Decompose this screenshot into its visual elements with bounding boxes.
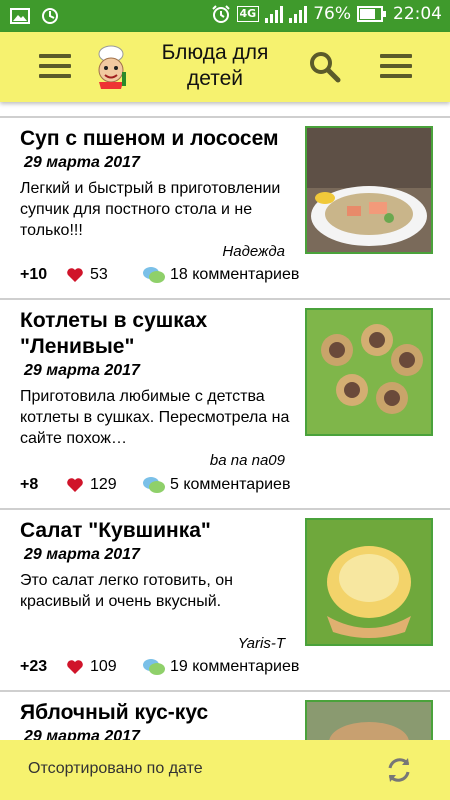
recipe-description: Приготовила любимые с детства котлеты в … (20, 388, 290, 447)
recipe-author[interactable]: Yaris-T (238, 635, 285, 652)
cutlets-image (307, 310, 431, 434)
couscous-image (307, 702, 431, 740)
recipe-score: +10 (20, 266, 48, 283)
recipe-image[interactable] (305, 700, 433, 740)
recipe-author[interactable]: ba na na09 (210, 452, 285, 469)
recipe-date: 29 марта 2017 (24, 154, 140, 171)
recipe-score: +23 (20, 658, 48, 675)
signal-strength-icon (265, 5, 284, 23)
app-bar: Блюда для детей (0, 32, 450, 102)
recipe-date: 29 марта 2017 (24, 362, 140, 379)
recipe-score: +8 (20, 476, 39, 493)
search-icon[interactable] (308, 50, 342, 84)
sync-notification-icon (42, 8, 58, 24)
overflow-menu-icon[interactable] (380, 52, 412, 80)
status-bar: 4G 76% 22:04 (0, 0, 450, 32)
recipe-stats: +23 109 19 комментариев (20, 658, 299, 676)
gallery-notification-icon (10, 8, 30, 24)
recipe-date: 29 марта 2017 (24, 546, 140, 563)
sort-label: Отсортировано по дате (28, 760, 203, 777)
likes-count: 53 (90, 266, 108, 283)
salad-image (307, 520, 431, 644)
recipe-card[interactable]: Суп с пшеном и лососем 29 марта 2017 Лег… (0, 118, 450, 300)
recipe-description: Легкий и быстрый в приготовлении супчик … (20, 180, 281, 239)
clock: 22:04 (393, 4, 442, 24)
likes-count: 129 (90, 476, 117, 493)
comments-icon[interactable] (142, 476, 166, 494)
signal-strength-2-icon (289, 5, 308, 23)
recipe-title: Салат "Кувшинка" (20, 519, 211, 542)
comments-icon[interactable] (142, 266, 166, 284)
recipe-card[interactable]: Салат "Кувшинка" 29 марта 2017 Это салат… (0, 510, 450, 692)
recipe-title: Яблочный кус-кус (20, 701, 209, 724)
heart-icon[interactable] (66, 267, 84, 283)
comments-icon[interactable] (142, 658, 166, 676)
recipe-stats: +8 129 5 комментариев (20, 476, 290, 494)
previous-card-fragment (0, 102, 450, 118)
menu-icon[interactable] (39, 52, 71, 80)
recipe-image[interactable] (305, 518, 433, 646)
recipe-stats: +10 53 18 комментариев (20, 266, 299, 284)
recipe-list[interactable]: Суп с пшеном и лососем 29 марта 2017 Лег… (0, 102, 450, 740)
recipe-card[interactable]: Котлеты в сушках "Ленивые" 29 марта 2017… (0, 300, 450, 510)
sort-footer: Отсортировано по дате (0, 740, 450, 800)
comments-count: 5 комментариев (170, 476, 291, 493)
recipe-date: 29 марта 2017 (24, 728, 140, 740)
battery-icon (357, 6, 386, 22)
soup-plate-image (307, 128, 431, 252)
recipe-card[interactable]: Яблочный кус-кус 29 марта 2017 (0, 692, 450, 740)
alarm-icon (211, 5, 230, 23)
battery-percent: 76% (313, 4, 351, 24)
recipe-title: Котлеты в сушках "Ленивые" (20, 309, 208, 358)
likes-count: 109 (90, 658, 117, 675)
chef-logo-icon (98, 45, 126, 89)
recipe-image[interactable] (305, 126, 433, 254)
recipe-description: Это салат легко готовить, он красивый и … (20, 572, 233, 610)
network-type-badge: 4G (236, 6, 260, 22)
recipe-image[interactable] (305, 308, 433, 436)
recipe-author[interactable]: Надежда (222, 243, 285, 260)
comments-count: 19 комментариев (170, 658, 300, 675)
refresh-icon[interactable] (383, 754, 415, 786)
heart-icon[interactable] (66, 659, 84, 675)
recipe-title: Суп с пшеном и лососем (20, 127, 279, 150)
heart-icon[interactable] (66, 477, 84, 493)
comments-count: 18 комментариев (170, 266, 300, 283)
app-title: Блюда для детей (161, 41, 269, 90)
